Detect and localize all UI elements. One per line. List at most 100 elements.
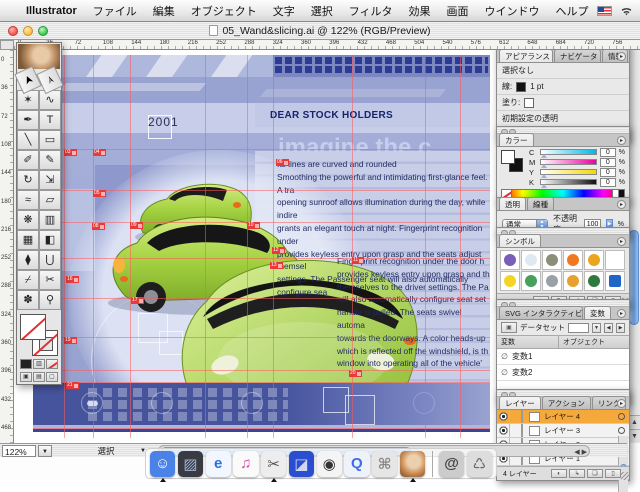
palette-menu-button[interactable]: ▸ xyxy=(617,237,626,246)
palette-menu-button[interactable]: ▸ xyxy=(617,399,626,408)
zoom-level-field[interactable]: 122% xyxy=(2,445,36,457)
cyan-value-field[interactable]: 0 xyxy=(599,147,616,157)
resize-grip[interactable] xyxy=(621,472,629,480)
toolbox-palette[interactable]: ➤ ➢ ✶ ∿ ✒ T ╲ ▭ ✐ ✎ ↻ ⇲ ≈ ▱ ❋ ▥ ▦ ◧ ⧫ ⋃ ⌿ ✂ ✽ ⚲ ▥ ▣ ▤ ▢ xyxy=(14,42,64,385)
color-palette[interactable]: カラー ▸ C 0 % M 0 % Y 0 % K 0 % xyxy=(496,126,630,203)
gradient-tool[interactable]: ◧ xyxy=(39,230,61,250)
paintbrush-tool[interactable]: ✐ xyxy=(17,150,39,170)
dock-internet-explorer-icon[interactable]: e xyxy=(205,450,231,477)
prev-dataset-button[interactable]: ◀ xyxy=(604,322,613,333)
dock-trash-icon[interactable]: ♺ xyxy=(466,450,492,477)
menu-type[interactable]: 文字 xyxy=(265,3,303,19)
none-button[interactable] xyxy=(46,359,58,369)
zoom-dropdown-button[interactable]: ▼ xyxy=(38,445,52,457)
paint-bucket-tool[interactable]: ⋃ xyxy=(39,250,61,270)
full-screen-menu-button[interactable]: ▤ xyxy=(33,372,45,382)
mesh-tool[interactable]: ▦ xyxy=(17,230,39,250)
line-tool[interactable]: ╲ xyxy=(17,130,39,150)
new-sublayer-button[interactable]: ↳ xyxy=(569,469,585,478)
standard-screen-button[interactable]: ▣ xyxy=(20,372,32,382)
lock-toggle[interactable] xyxy=(510,424,523,437)
wifi-icon[interactable] xyxy=(619,5,634,17)
symbol-blank[interactable] xyxy=(605,250,625,270)
warp-tool[interactable]: ≈ xyxy=(17,190,39,210)
hand-tool[interactable]: ✽ xyxy=(17,290,39,310)
menu-filter[interactable]: フィルタ xyxy=(341,3,401,19)
palette-menu-button[interactable]: ▸ xyxy=(617,52,626,61)
gradient-button[interactable]: ▥ xyxy=(33,359,45,369)
symbol-globe[interactable] xyxy=(563,271,583,291)
dock-mail-stamp-icon[interactable]: @ xyxy=(438,450,465,477)
variable-row-2[interactable]: ∅ 変数2 xyxy=(497,365,629,381)
vertical-scrollbar-thumb[interactable] xyxy=(629,230,639,325)
menu-illustrator[interactable]: Illustrator xyxy=(18,5,85,17)
color-button[interactable] xyxy=(20,359,32,369)
symbol-moon[interactable] xyxy=(521,250,541,270)
slice-tool[interactable]: ⌿ xyxy=(17,270,39,290)
symbol-fish[interactable] xyxy=(500,250,520,270)
full-screen-button[interactable]: ▢ xyxy=(46,372,58,382)
menu-edit[interactable]: 編集 xyxy=(145,3,183,19)
dock-finder-icon[interactable]: ☺ xyxy=(150,450,176,482)
magenta-value-field[interactable]: 0 xyxy=(599,157,616,167)
symbol-sun[interactable] xyxy=(584,250,604,270)
symbol-wheelchair[interactable] xyxy=(605,271,625,291)
yellow-slider[interactable] xyxy=(540,169,597,178)
appearance-default-transparency-row[interactable]: 初期設定の透明 xyxy=(497,111,629,127)
pencil-tool[interactable]: ✎ xyxy=(39,150,61,170)
symbol-tree[interactable] xyxy=(584,271,604,291)
palette-menu-button[interactable]: ▸ xyxy=(617,309,626,318)
dock-imovie-icon[interactable]: ◪ xyxy=(288,450,314,477)
dock-image-capture-icon[interactable]: ▨ xyxy=(177,450,203,477)
symbol-leaf[interactable] xyxy=(542,250,562,270)
yellow-slider-row[interactable]: Y 0 % xyxy=(525,167,629,178)
layer-target-circle[interactable] xyxy=(618,427,625,434)
black-slider-row[interactable]: K 0 % xyxy=(525,177,629,188)
magenta-slider-row[interactable]: M 0 % xyxy=(525,157,629,168)
fill-swatch[interactable] xyxy=(20,314,46,340)
tab-transparency[interactable]: 透明 xyxy=(499,197,526,210)
dock-sherlock-icon[interactable]: ◉ xyxy=(316,450,342,477)
variable-row-1[interactable]: ∅ 変数1 xyxy=(497,349,629,365)
dataset-field[interactable] xyxy=(568,322,589,333)
input-language-flag-icon[interactable] xyxy=(596,5,612,16)
tab-svg-interactivity[interactable]: SVG インタラクティビティ xyxy=(499,306,583,319)
symbol-sprayer-tool[interactable]: ❋ xyxy=(17,210,39,230)
rectangle-tool[interactable]: ▭ xyxy=(39,130,61,150)
scale-tool[interactable]: ⇲ xyxy=(39,170,61,190)
ruler-corner[interactable] xyxy=(0,40,14,50)
lock-toggle[interactable] xyxy=(510,410,523,423)
color-fill-stroke[interactable] xyxy=(501,150,523,172)
cyan-slider[interactable] xyxy=(540,149,597,158)
make-clipping-mask-button[interactable]: ◐ xyxy=(551,469,567,478)
appearance-stroke-row[interactable]: 線: 1 pt xyxy=(497,79,629,95)
free-transform-tool[interactable]: ▱ xyxy=(39,190,61,210)
new-layer-button[interactable]: ❏ xyxy=(587,469,603,478)
dock-illustrator-venus-icon[interactable] xyxy=(399,450,425,482)
palette-menu-button[interactable]: ▸ xyxy=(617,200,626,209)
symbol-cloud[interactable] xyxy=(542,271,562,291)
dataset-dropdown[interactable]: ▼ xyxy=(592,322,601,333)
appearance-fill-row[interactable]: 塗り: xyxy=(497,95,629,111)
menu-view[interactable]: 画面 xyxy=(439,3,477,19)
horizontal-ruler[interactable]: 0367210814418021625228832436039643246850… xyxy=(14,40,640,50)
menu-object[interactable]: オブジェクト xyxy=(183,3,265,19)
dataset-icon[interactable]: ▣ xyxy=(501,322,517,333)
scissors-tool[interactable]: ✂ xyxy=(39,270,61,290)
eyedropper-tool[interactable]: ⧫ xyxy=(17,250,39,270)
menu-select[interactable]: 選択 xyxy=(303,3,341,19)
pen-tool[interactable]: ✒ xyxy=(17,110,39,130)
magenta-slider[interactable] xyxy=(540,159,597,168)
layers-palette[interactable]: レイヤー アクション リンク ▸ レイヤー 4 レイヤー 3 レイヤー 1 4 … xyxy=(496,389,630,492)
cyan-slider-row[interactable]: C 0 % xyxy=(525,147,629,158)
graph-tool[interactable]: ▥ xyxy=(39,210,61,230)
dock-itunes-icon[interactable]: ♫ xyxy=(233,450,259,477)
symbols-palette[interactable]: シンボル ▸ ↘ ⟳ ⇄ ❏ ▯ xyxy=(496,227,630,307)
yellow-value-field[interactable]: 0 xyxy=(599,167,616,177)
next-dataset-button[interactable]: ▶ xyxy=(616,322,625,333)
menu-file[interactable]: ファイル xyxy=(85,3,145,19)
black-slider[interactable] xyxy=(540,179,597,188)
tab-navigator[interactable]: ナビゲータ xyxy=(553,49,601,62)
symbol-fire[interactable] xyxy=(563,250,583,270)
type-tool[interactable]: T xyxy=(39,110,61,130)
